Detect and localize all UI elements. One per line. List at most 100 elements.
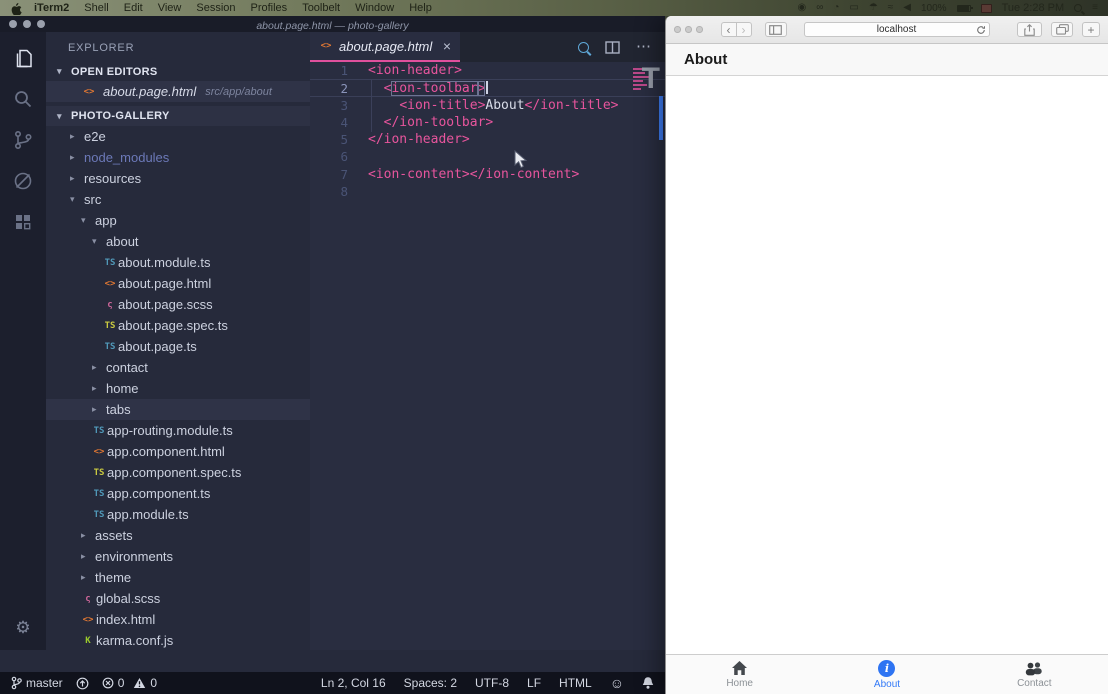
menu-profiles[interactable]: Profiles: [251, 2, 288, 14]
tree-item-global-scss[interactable]: ςglobal.scss: [46, 588, 310, 609]
tree-item-node-modules[interactable]: ▸node_modules: [46, 147, 310, 168]
status-ln-2-col-16[interactable]: Ln 2, Col 16: [321, 676, 386, 690]
volume-icon[interactable]: ◀: [903, 0, 911, 16]
refresh-icon[interactable]: [976, 25, 986, 40]
menu-clock[interactable]: Tue 2:28 PM: [1002, 2, 1065, 14]
tree-item-app[interactable]: ▾app: [46, 210, 310, 231]
wifi-icon[interactable]: ≈: [888, 0, 894, 16]
code-line[interactable]: 2 <ion-toolbar>: [310, 79, 665, 96]
menu-toolbelt[interactable]: Toolbelt: [302, 2, 340, 14]
tree-item-about-page-html[interactable]: <>about.page.html: [46, 273, 310, 294]
tree-item-resources[interactable]: ▸resources: [46, 168, 310, 189]
tree-item-e2e[interactable]: ▸e2e: [46, 126, 310, 147]
tree-item-app-component-html[interactable]: <>app.component.html: [46, 441, 310, 462]
tree-item-about-page-scss[interactable]: ςabout.page.scss: [46, 294, 310, 315]
tree-item-app-module-ts[interactable]: TSapp.module.ts: [46, 504, 310, 525]
menu-edit[interactable]: Edit: [124, 2, 143, 14]
tree-item-contact[interactable]: ▸contact: [46, 357, 310, 378]
publish-changes-button[interactable]: [76, 677, 89, 690]
code-line[interactable]: 6: [310, 148, 665, 165]
settings-gear-icon[interactable]: ⚙: [15, 618, 30, 638]
tree-item-about[interactable]: ▾about: [46, 231, 310, 252]
explorer-icon[interactable]: [11, 46, 35, 70]
new-tab-button[interactable]: +: [1082, 22, 1100, 37]
window-controls[interactable]: [674, 26, 703, 33]
status-html[interactable]: HTML: [559, 676, 592, 690]
tree-item-src[interactable]: ▾src: [46, 189, 310, 210]
open-editors-header[interactable]: ▾ OPEN EDITORS: [46, 62, 310, 81]
code-line[interactable]: 5</ion-header>: [310, 131, 665, 148]
minimize-window-button[interactable]: [23, 20, 31, 28]
problems-indicator[interactable]: 0 0: [102, 676, 157, 690]
status-spaces-2[interactable]: Spaces: 2: [404, 676, 457, 690]
sidebar-toggle-button[interactable]: [765, 22, 787, 37]
tree-item-environments[interactable]: ▸environments: [46, 546, 310, 567]
more-actions-icon[interactable]: ⋯: [636, 42, 651, 52]
tree-item-app-routing-module-ts[interactable]: TSapp-routing.module.ts: [46, 420, 310, 441]
back-button[interactable]: ‹: [721, 22, 737, 37]
tree-item-karma-conf-js[interactable]: Kkarma.conf.js: [46, 630, 310, 650]
code-line[interactable]: 1<ion-header>: [310, 62, 665, 79]
menu-shell[interactable]: Shell: [84, 2, 108, 14]
clock-icon[interactable]: ◔: [833, 0, 839, 16]
menu-window[interactable]: Window: [355, 2, 394, 14]
forward-button[interactable]: ›: [736, 22, 752, 37]
spotlight-icon[interactable]: [1074, 4, 1082, 12]
tree-item-index-html[interactable]: <>index.html: [46, 609, 310, 630]
share-button[interactable]: [1017, 22, 1042, 37]
open-editor-item[interactable]: <> about.page.html src/app/about: [46, 81, 310, 102]
menu-help[interactable]: Help: [409, 2, 432, 14]
display-icon[interactable]: ▭: [849, 0, 858, 16]
notifications-bell-icon[interactable]: [642, 676, 654, 690]
close-window-button[interactable]: [674, 26, 681, 33]
tree-item-theme[interactable]: ▸theme: [46, 567, 310, 588]
tree-item-assets[interactable]: ▸assets: [46, 525, 310, 546]
tree-item-about-page-spec-ts[interactable]: TSabout.page.spec.ts: [46, 315, 310, 336]
tree-item-tabs[interactable]: ▸tabs: [46, 399, 310, 420]
debug-icon[interactable]: [11, 169, 35, 193]
tab-overview-button[interactable]: [1051, 22, 1073, 37]
minimize-window-button[interactable]: [685, 26, 692, 33]
address-bar[interactable]: localhost: [804, 22, 990, 37]
tree-item-home[interactable]: ▸home: [46, 378, 310, 399]
open-preview-icon[interactable]: [578, 42, 589, 53]
zoom-window-button[interactable]: [696, 26, 703, 33]
code-line[interactable]: 8: [310, 183, 665, 200]
screen-record-icon[interactable]: ◉: [797, 0, 806, 16]
tree-item-about-module-ts[interactable]: TSabout.module.ts: [46, 252, 310, 273]
extensions-icon[interactable]: [11, 210, 35, 234]
code-line[interactable]: 7<ion-content></ion-content>: [310, 166, 665, 183]
apple-menu-icon[interactable]: [10, 2, 22, 15]
status-utf-8[interactable]: UTF-8: [475, 676, 509, 690]
status-lf[interactable]: LF: [527, 676, 541, 690]
tab-contact[interactable]: Contact: [961, 655, 1108, 694]
tab-about[interactable]: iAbout: [813, 655, 960, 694]
window-controls[interactable]: [9, 20, 45, 28]
split-editor-icon[interactable]: [605, 41, 620, 54]
menu-view[interactable]: View: [158, 2, 182, 14]
search-icon[interactable]: [11, 87, 35, 111]
tab-about-page-html[interactable]: <> about.page.html ×: [310, 32, 460, 62]
color-swatch-icon[interactable]: [981, 4, 992, 13]
code-editor[interactable]: 1<ion-header>2 <ion-toolbar>3 <ion-title…: [310, 62, 665, 650]
tree-item-app-component-ts[interactable]: TSapp.component.ts: [46, 483, 310, 504]
tree-item-app-component-spec-ts[interactable]: TSapp.component.spec.ts: [46, 462, 310, 483]
code-line[interactable]: 4 </ion-toolbar>: [310, 114, 665, 131]
feedback-smiley-icon[interactable]: ☺: [610, 675, 624, 691]
code-line[interactable]: 3 <ion-title>About</ion-title>: [310, 97, 665, 114]
tab-close-icon[interactable]: ×: [443, 38, 451, 54]
scrollbar-thumb[interactable]: [659, 96, 663, 140]
glasses-icon[interactable]: ∞: [816, 0, 823, 16]
zoom-window-button[interactable]: [37, 20, 45, 28]
vscode-titlebar[interactable]: about.page.html — photo-gallery: [0, 16, 665, 32]
menu-session[interactable]: Session: [196, 2, 235, 14]
umbrella-icon[interactable]: ☂: [869, 0, 878, 16]
notification-center-icon[interactable]: ≡: [1092, 0, 1098, 16]
close-window-button[interactable]: [9, 20, 17, 28]
git-branch-indicator[interactable]: master: [11, 676, 63, 690]
menu-iterm2[interactable]: iTerm2: [34, 2, 69, 14]
project-header[interactable]: ▾ PHOTO-GALLERY: [46, 106, 310, 126]
tab-home[interactable]: Home: [666, 655, 813, 694]
tree-item-about-page-ts[interactable]: TSabout.page.ts: [46, 336, 310, 357]
source-control-icon[interactable]: [11, 128, 35, 152]
